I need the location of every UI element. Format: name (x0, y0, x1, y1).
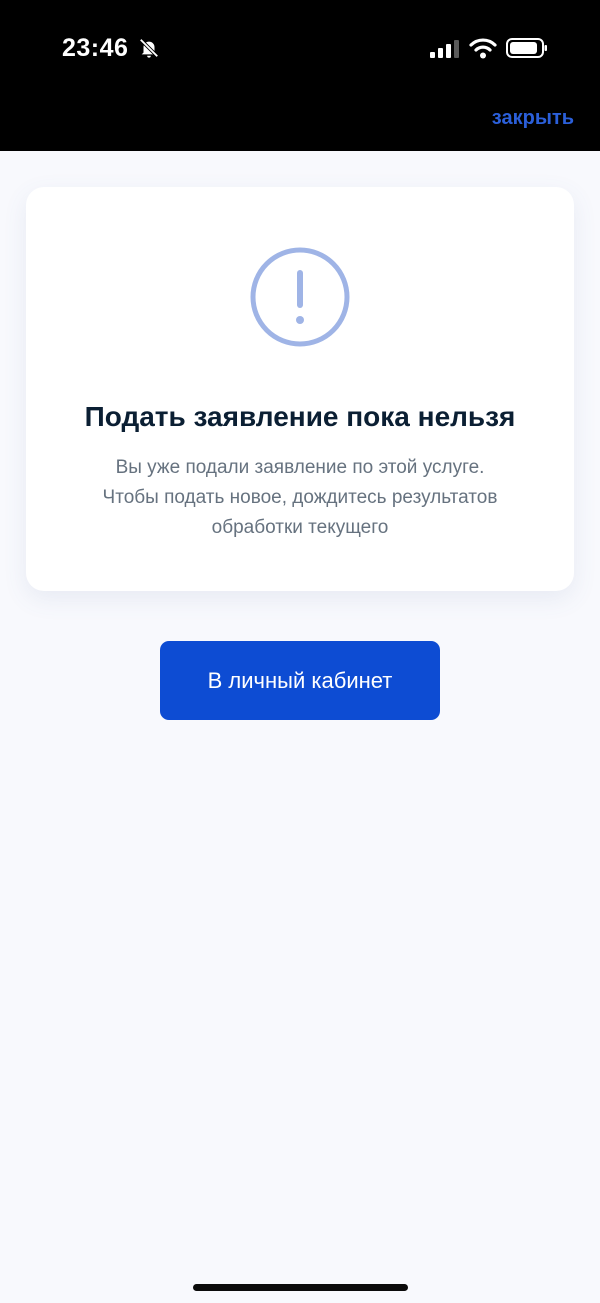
wifi-icon (469, 38, 497, 59)
card-description-line: Вы уже подали заявление по этой услуге. (115, 457, 485, 478)
error-card: Подать заявление пока нельзя Вы уже пода… (26, 187, 574, 591)
close-link[interactable]: закрыть (492, 105, 574, 131)
top-bar: 23:46 закрыть (0, 0, 600, 151)
bell-off-icon (139, 38, 159, 58)
signal-icon (430, 40, 459, 58)
battery-icon (506, 38, 547, 58)
card-description-line: Чтобы подать новое, дождитесь результато… (102, 487, 498, 508)
exclamation-circle-icon (250, 247, 350, 347)
card-description: Вы уже подали заявление по этой услуге. … (66, 453, 534, 543)
status-time: 23:46 (62, 34, 129, 62)
personal-cabinet-button[interactable]: В личный кабинет (160, 641, 440, 720)
card-description-line: обработки текущего (211, 517, 389, 538)
card-title: Подать заявление пока нельзя (84, 401, 516, 432)
home-indicator[interactable] (193, 1284, 408, 1291)
